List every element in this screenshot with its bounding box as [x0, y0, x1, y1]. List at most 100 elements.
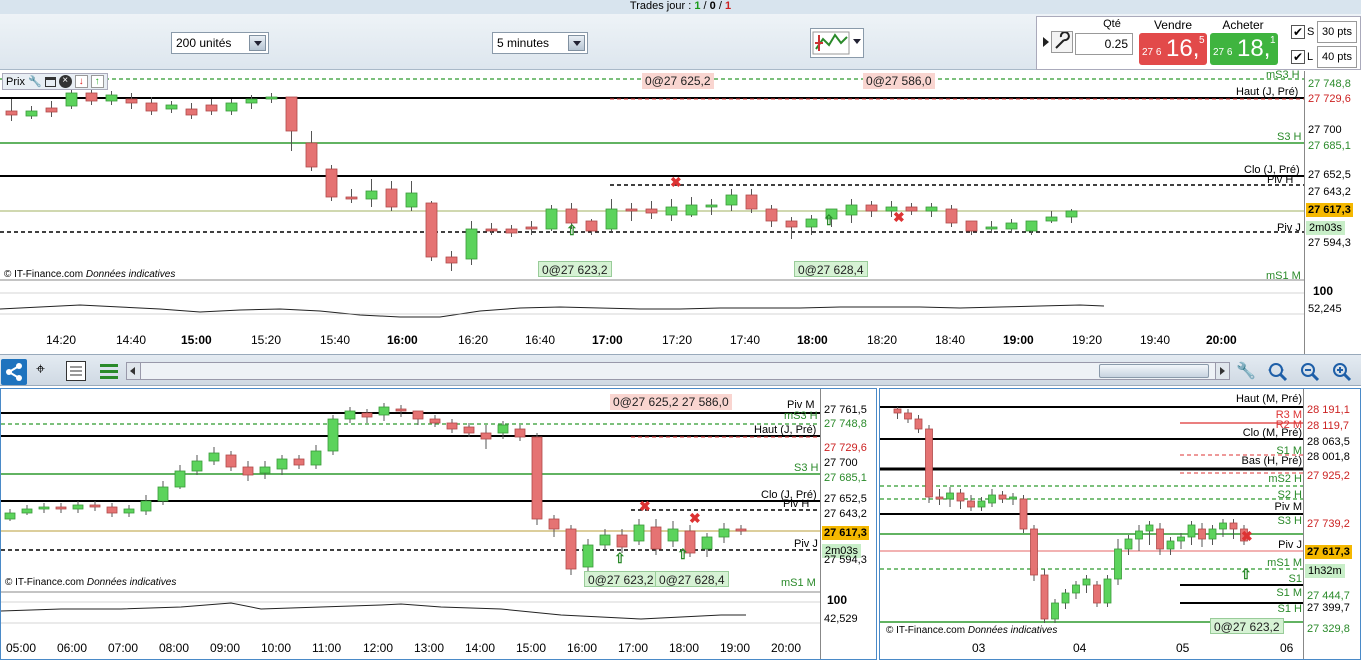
candle — [998, 494, 1007, 500]
level-label-haut: Haut (J, Pré) — [1236, 86, 1299, 98]
candle — [89, 504, 101, 508]
order-tag[interactable]: 0@27 623,2 — [584, 571, 658, 587]
arrow-up-icon[interactable]: ↑ — [90, 75, 104, 88]
candle — [21, 508, 33, 514]
daily-price-chart[interactable]: ✖ ✖ ⇧ ⇧ — [1, 389, 876, 659]
arrow-down-icon[interactable]: ↓ — [74, 75, 88, 88]
time-label: 16:00 — [567, 641, 598, 655]
candle — [285, 96, 298, 132]
order-tag[interactable]: 0@27 628,4 — [794, 261, 868, 277]
time-label: 06:00 — [57, 641, 88, 655]
limit-checkbox[interactable]: ✔ — [1291, 50, 1305, 64]
axis-price: 27 739,2 — [1307, 518, 1350, 530]
time-label: 18:00 — [669, 641, 700, 655]
candle — [650, 526, 662, 550]
candle — [956, 492, 965, 502]
chart-toolbar: 200 unités 5 minutes Qté 0.25 Vendre 27 … — [0, 14, 1361, 70]
indicators-icon[interactable] — [98, 361, 120, 381]
axis-price: 27 329,8 — [1307, 623, 1350, 635]
horizontal-scrollbar[interactable] — [126, 362, 1230, 380]
units-select[interactable]: 200 unités — [171, 32, 269, 54]
time-label: 12:00 — [363, 641, 394, 655]
candle — [625, 208, 638, 212]
zoom-fit-icon[interactable] — [1266, 360, 1290, 387]
scroll-thumb[interactable] — [1099, 364, 1209, 378]
chart-type-button[interactable] — [810, 28, 864, 58]
candle — [585, 220, 598, 232]
candle — [25, 110, 38, 117]
osc-axis-max: 100 — [827, 593, 848, 607]
arrow-marker: ⇧ — [677, 546, 689, 562]
candle — [361, 412, 373, 418]
copyright-note: Données indicatives — [967, 625, 1058, 636]
sell-button[interactable]: 27 6 16, 5 — [1139, 33, 1207, 65]
close-icon[interactable]: × — [58, 75, 72, 88]
time-label: 19:00 — [720, 641, 751, 655]
candle — [1219, 522, 1227, 530]
candle — [310, 450, 322, 466]
order-tag[interactable]: 0@27 623,2 — [1210, 618, 1284, 634]
candle — [1061, 592, 1070, 604]
order-tag[interactable]: 0@27 628,4 — [655, 571, 729, 587]
scroll-right-button[interactable] — [1215, 363, 1229, 379]
list-tool-icon[interactable] — [66, 361, 86, 381]
interval-select[interactable]: 5 minutes — [492, 32, 588, 54]
candle — [4, 512, 16, 520]
candle — [157, 486, 169, 502]
qty-input[interactable]: 0.25 — [1075, 33, 1133, 55]
candle — [545, 208, 558, 230]
buy-button[interactable]: 27 6 18, 1 — [1210, 33, 1278, 65]
order-tag[interactable]: 0@27 586,0 — [863, 73, 935, 89]
cursor-tool-icon[interactable]: ⌖ — [36, 361, 56, 383]
order-tag[interactable]: 0@27 623,2 — [538, 261, 612, 277]
share-icon[interactable] — [1, 359, 27, 385]
wrench-icon[interactable] — [1051, 31, 1073, 53]
window-icon[interactable] — [44, 76, 56, 87]
stop-checkbox[interactable]: ✔ — [1291, 25, 1305, 39]
candle — [85, 92, 98, 102]
top-price-chart[interactable]: ✖ ✖ ⇧ ⇧ — [0, 71, 1361, 354]
level-label: Haut (M, Pré) — [1235, 393, 1302, 405]
candle — [325, 168, 338, 198]
order-tag[interactable]: 0@27 625,2 — [642, 73, 714, 89]
candle — [1156, 528, 1164, 550]
candle — [344, 410, 356, 420]
axis-price: 27 685,1 — [1308, 140, 1351, 152]
zoom-out-icon[interactable] — [1298, 360, 1322, 387]
order-tag[interactable]: 0@27 625,2 27 586,0 — [610, 394, 732, 410]
copyright: © IT-Finance.com Données indicatives — [4, 269, 175, 280]
units-value: 200 unités — [176, 36, 232, 50]
candle — [965, 220, 978, 232]
candle — [946, 492, 954, 500]
candle — [165, 104, 178, 110]
candle — [925, 428, 933, 498]
limit-points-input[interactable]: 40 pts — [1317, 46, 1357, 68]
candle — [245, 98, 258, 104]
axis-current-price: 27 617,3 — [1305, 545, 1352, 559]
zoom-in-icon[interactable] — [1330, 360, 1354, 387]
candle — [106, 506, 118, 514]
cross-marker: ✖ — [689, 510, 701, 526]
candle — [242, 466, 254, 476]
candle — [1030, 528, 1038, 576]
time-label: 17:00 — [592, 333, 623, 347]
time-label: 04 — [1073, 641, 1087, 655]
trades-count-3: 1 — [724, 0, 732, 12]
expand-arrow-icon[interactable] — [1043, 37, 1049, 47]
axis-price: 27 643,2 — [1308, 186, 1351, 198]
candle — [72, 504, 84, 510]
wrench-icon[interactable]: 🔧 — [28, 75, 42, 88]
candle — [140, 500, 152, 512]
stop-points-input[interactable]: 30 pts — [1317, 21, 1357, 43]
scroll-left-button[interactable] — [127, 363, 141, 379]
candle — [1229, 522, 1238, 530]
time-label: 15:00 — [516, 641, 547, 655]
sell-price-small: 27 6 — [1142, 47, 1162, 58]
candle — [705, 204, 718, 208]
candle — [599, 534, 611, 546]
candle — [1187, 524, 1196, 538]
trades-status-bar: Trades jour : 1 / 0 / 1 — [0, 0, 1361, 14]
osc-axis-value: 42,529 — [824, 613, 858, 625]
wrench-icon[interactable]: 🔧 — [1236, 361, 1256, 381]
candle — [365, 190, 378, 200]
